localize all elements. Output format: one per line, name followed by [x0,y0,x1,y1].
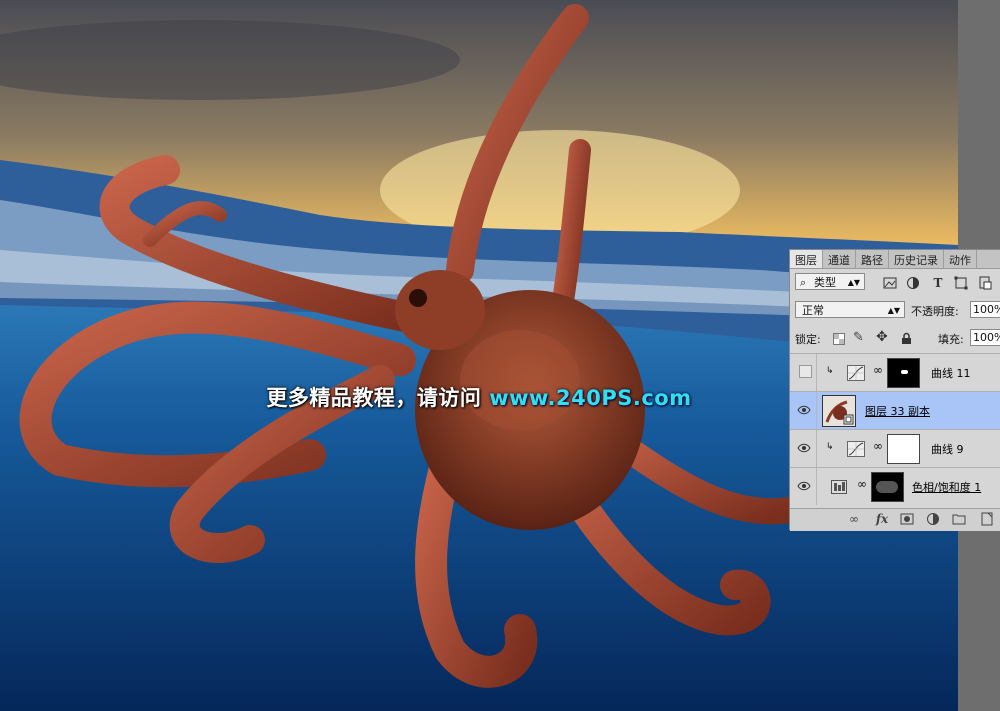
layers-bottom-toolbar: ∞ fx [790,508,1000,531]
add-mask-icon[interactable] [900,512,914,526]
lock-row: 锁定: ✎ ✥ 填充: 100% [790,329,1000,349]
new-layer-icon[interactable] [980,512,994,526]
type-filter-icon[interactable]: T [931,276,945,290]
layer-row-hue-saturation-1[interactable]: ∞ 色相/饱和度 1 [790,467,1000,508]
layer-row-curves-9[interactable]: ↳ ∞ 曲线 9 [790,429,1000,467]
shape-filter-icon[interactable] [954,276,968,290]
curves-adjustment-icon [847,365,865,381]
opacity-input[interactable]: 100% [970,301,1000,318]
eye-icon[interactable] [797,403,811,417]
new-group-icon[interactable] [952,512,966,526]
tab-history[interactable]: 历史记录 [889,250,944,268]
blend-mode-value: 正常 [802,304,824,317]
fill-input[interactable]: 100% [970,329,1000,346]
layer-thumbnail[interactable] [822,395,856,427]
chevron-updown-icon: ▲▼ [887,306,900,315]
clipping-arrow-icon: ↳ [826,366,834,376]
fill-label: 填充: [938,333,964,346]
hue-saturation-adjustment-icon [831,480,847,494]
curves-adjustment-icon [847,441,865,457]
eye-icon[interactable] [797,441,811,455]
layer-row-layer-33-copy[interactable]: 图层 33 副本 [790,391,1000,429]
layers-panel: 图层 通道 路径 历史记录 动作 ⌕ 类型 ▲▼ T 正常 ▲▼ 不透明度: 1… [789,249,1000,531]
image-filter-icon[interactable] [883,276,897,290]
watermark-url: www.240PS.com [489,386,692,410]
mask-link-icon[interactable]: ∞ [873,363,883,377]
panel-tabs: 图层 通道 路径 历史记录 动作 [790,250,1000,269]
visibility-toggle-empty[interactable] [799,365,812,378]
octopus-thumbnail-icon [825,400,854,425]
layer-filter-select[interactable]: ⌕ 类型 ▲▼ [795,273,865,290]
filter-row: ⌕ 类型 ▲▼ T [790,273,1000,293]
blend-mode-select[interactable]: 正常 ▲▼ [795,301,905,318]
layer-name[interactable]: 色相/饱和度 1 [912,479,981,495]
tab-actions[interactable]: 动作 [944,250,977,268]
tab-paths[interactable]: 路径 [856,250,889,268]
tab-layers[interactable]: 图层 [790,250,823,268]
layer-row-curves-11[interactable]: ↳ ∞ 曲线 11 [790,353,1000,391]
chevron-updown-icon: ▲▼ [847,278,860,287]
new-adjustment-icon[interactable] [926,512,940,526]
layer-mask-thumbnail[interactable] [887,434,920,464]
layer-name[interactable]: 图层 33 副本 [865,403,930,419]
lock-all-icon[interactable] [901,332,912,345]
link-layers-icon[interactable]: ∞ [847,512,861,526]
adjustment-filter-icon[interactable] [906,276,920,290]
layer-name[interactable]: 曲线 9 [931,441,964,457]
lock-position-icon[interactable]: ✥ [876,329,888,345]
mask-link-icon[interactable]: ∞ [873,439,883,453]
layer-filter-label: 类型 [814,276,836,289]
mask-link-icon[interactable]: ∞ [857,477,867,491]
search-icon: ⌕ [800,276,807,289]
eye-icon[interactable] [797,479,811,493]
fx-icon[interactable]: fx [875,512,889,526]
smart-object-filter-icon[interactable] [978,276,992,290]
layer-mask-thumbnail[interactable] [871,472,904,502]
opacity-label: 不透明度: [911,305,959,318]
clipping-arrow-icon: ↳ [826,442,834,452]
blend-row: 正常 ▲▼ 不透明度: 100% [790,301,1000,321]
layer-name[interactable]: 曲线 11 [931,365,971,381]
lock-label: 锁定: [795,333,821,346]
watermark-text: 更多精品教程，请访问 [266,386,482,410]
lock-transparent-icon[interactable] [833,333,845,345]
lock-pixels-icon[interactable]: ✎ [853,330,864,345]
tab-channels[interactable]: 通道 [823,250,856,268]
layer-mask-thumbnail[interactable] [887,358,920,388]
